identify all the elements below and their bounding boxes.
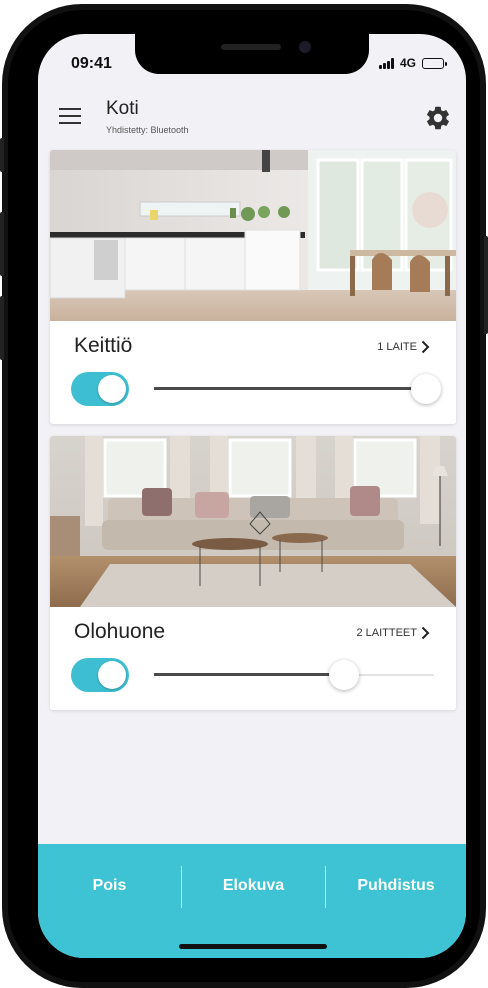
connection-status: Yhdistetty: Bluetooth [106, 125, 189, 135]
room-power-toggle[interactable] [71, 658, 129, 692]
brightness-slider[interactable] [154, 658, 434, 692]
menu-icon[interactable] [59, 108, 81, 124]
brightness-slider[interactable] [154, 372, 441, 406]
toggle-knob [98, 661, 126, 689]
room-card-living-room[interactable]: Olohuone 2 LAITTEET [50, 436, 456, 710]
speaker-grille [221, 44, 281, 50]
slider-fill [154, 387, 426, 390]
room-name: Keittiö [74, 334, 133, 357]
slider-fill [154, 673, 345, 676]
device-count-link[interactable]: 1 LAITE [377, 340, 430, 354]
living-room-photo [50, 436, 456, 607]
gear-icon[interactable] [424, 104, 452, 132]
room-card-kitchen[interactable]: Keittiö 1 LAITE [50, 150, 456, 424]
chevron-right-icon [421, 626, 430, 640]
kitchen-photo [50, 150, 456, 321]
app-screen: 09:41 4G Koti Yhdistetty: Bluetooth Keit… [38, 34, 466, 958]
scene-bar: Pois Elokuva Puhdistus [38, 844, 466, 958]
notch [135, 34, 369, 74]
page-title: Koti [106, 98, 139, 119]
room-power-toggle[interactable] [71, 372, 129, 406]
chevron-right-icon [421, 340, 430, 354]
volume-down-button [0, 296, 4, 360]
room-name: Olohuone [74, 620, 166, 643]
device-count-label: 2 LAITTEET [356, 627, 417, 639]
power-button [484, 236, 488, 334]
app-header: Koti Yhdistetty: Bluetooth [38, 92, 466, 144]
home-indicator [179, 944, 327, 949]
scene-movie-button[interactable]: Elokuva [182, 844, 325, 928]
toggle-knob [98, 375, 126, 403]
slider-thumb[interactable] [410, 374, 441, 404]
device-count-link[interactable]: 2 LAITTEET [356, 626, 430, 640]
scene-off-button[interactable]: Pois [38, 844, 181, 928]
network-label: 4G [399, 56, 416, 70]
status-time: 09:41 [71, 55, 112, 72]
slider-thumb[interactable] [329, 660, 360, 690]
volume-up-button [0, 212, 4, 276]
scene-cleaning-button[interactable]: Puhdistus [326, 844, 466, 928]
device-count-label: 1 LAITE [377, 341, 417, 353]
battery-icon [422, 57, 447, 69]
front-camera [299, 41, 311, 53]
silent-switch [0, 138, 4, 172]
signal-icon [378, 57, 394, 69]
